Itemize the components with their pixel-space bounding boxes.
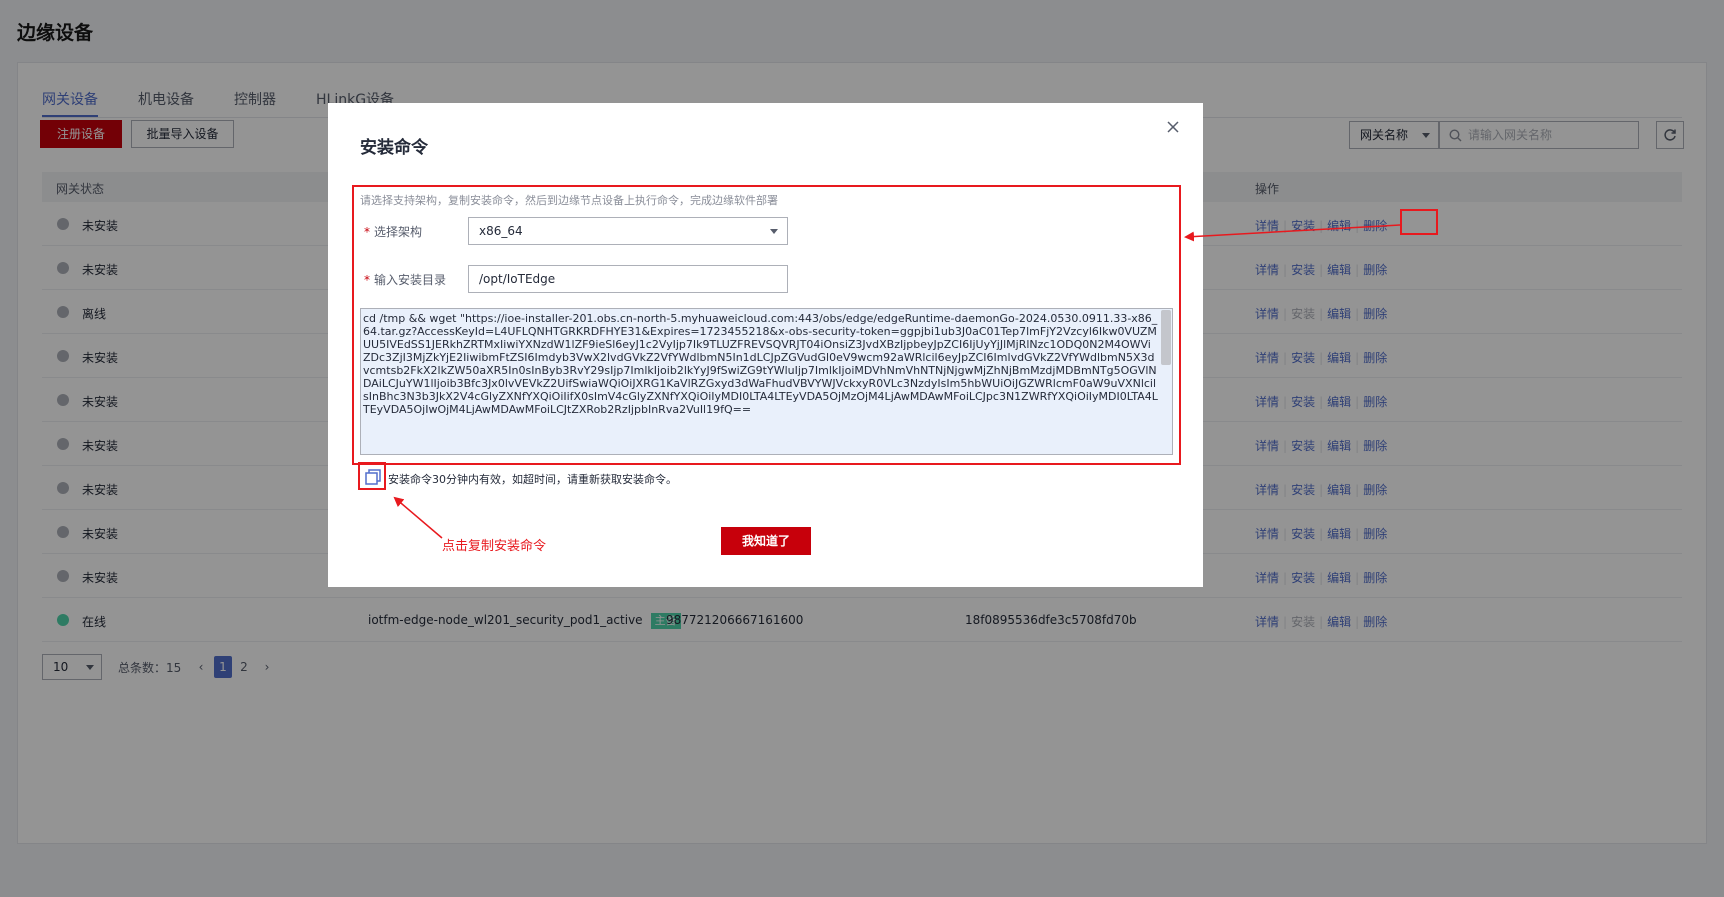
arch-label: * 选择架构 (364, 225, 423, 239)
validity-note: 安装命令30分钟内有效，如超时间，请重新获取安装命令。 (388, 473, 677, 486)
dialog-hint: 请选择支持架构，复制安装命令，然后到边缘节点设备上执行命令，完成边缘软件部署 (360, 194, 778, 207)
install-command-text: cd /tmp && wget "https://ioe-installer-2… (363, 312, 1158, 416)
arch-select[interactable]: x86_64 (468, 217, 788, 245)
copy-annotation: 点击复制安装命令 (442, 539, 547, 554)
install-command-dialog: 安装命令 请选择支持架构，复制安装命令，然后到边缘节点设备上执行命令，完成边缘软… (328, 103, 1203, 587)
close-icon[interactable] (1165, 119, 1181, 135)
scrollbar[interactable] (1161, 310, 1171, 365)
install-dir-input[interactable]: /opt/IoTEdge (468, 265, 788, 293)
acknowledge-button[interactable]: 我知道了 (721, 527, 811, 555)
highlight-install-link (1400, 209, 1438, 235)
chevron-down-icon (770, 229, 778, 234)
install-command-textarea[interactable]: cd /tmp && wget "https://ioe-installer-2… (360, 308, 1173, 455)
dir-label-text: 输入安装目录 (374, 273, 447, 287)
copy-icon[interactable] (364, 468, 382, 486)
arch-select-value: x86_64 (479, 224, 523, 238)
dir-label: * 输入安装目录 (364, 273, 447, 287)
arch-label-text: 选择架构 (374, 225, 423, 239)
dialog-title: 安装命令 (360, 138, 428, 158)
